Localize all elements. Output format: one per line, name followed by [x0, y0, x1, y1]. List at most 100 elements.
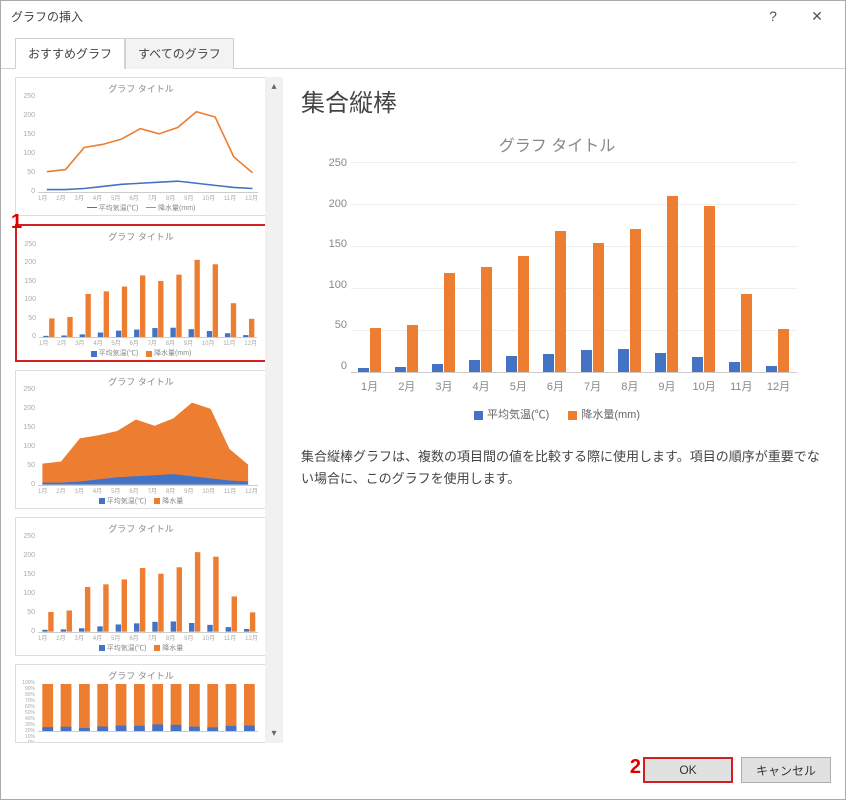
thumb-legend: 平均気温(℃) 降水量: [22, 496, 260, 506]
tabs: おすすめグラフ すべてのグラフ: [1, 31, 845, 69]
bar-rain: [593, 243, 604, 372]
bar-group: [574, 162, 611, 372]
chart-description: 集合縦棒グラフは、複数の項目間の値を比較する際に使用します。項目の順序が重要でな…: [301, 446, 823, 490]
bar-rain: [704, 206, 715, 372]
thumb-title: グラフ タイトル: [23, 230, 259, 243]
bar-temp: [655, 353, 666, 372]
x-label: 7月: [574, 378, 611, 394]
bar-temp: [729, 362, 740, 372]
thumb-yticks: 250200150100500: [19, 386, 35, 488]
cancel-button[interactable]: キャンセル: [741, 757, 831, 783]
thumb-xticks: 1月2月3月4月5月6月7月8月9月10月11月12月: [39, 338, 257, 347]
thumb-legend: 平均気温(℃) 降水量(mm): [22, 203, 260, 213]
bar-rain: [667, 196, 678, 372]
scroll-down-icon[interactable]: ▾: [271, 724, 276, 743]
x-label: 11月: [723, 378, 760, 394]
y-axis-labels: 250 200 150 100 50 0: [307, 157, 347, 372]
bar-group: [723, 162, 760, 372]
scroll-up-icon[interactable]: ▴: [271, 77, 276, 96]
x-label: 8月: [611, 378, 648, 394]
bar-temp: [581, 350, 592, 372]
x-label: 5月: [500, 378, 537, 394]
bar-rain: [518, 256, 529, 372]
chart-title: グラフ タイトル: [307, 132, 807, 156]
bar-rain: [481, 267, 492, 372]
callout-1: 1: [11, 211, 22, 234]
bar-group: [351, 162, 388, 372]
chart-thumbnail-area[interactable]: グラフ タイトル 250200150100500 1月2月3月4: [15, 370, 267, 509]
bar-rain: [555, 231, 566, 372]
chart-thumbnail-bar-2[interactable]: グラフ タイトル 250200150100500 1月2月3月4月5月6月7月8…: [15, 517, 267, 656]
bar-group: [500, 162, 537, 372]
bar-group: [760, 162, 797, 372]
tab-recommended[interactable]: おすすめグラフ: [15, 38, 125, 69]
dialog-footer: 2 OK キャンセル: [1, 751, 845, 799]
bar-temp: [469, 360, 480, 372]
legend-entry-rain: 降水量(mm): [568, 409, 640, 421]
help-button[interactable]: ?: [751, 3, 795, 29]
sidebar-scrollbar[interactable]: ▴ ▾: [265, 77, 283, 743]
bar-temp: [618, 349, 629, 372]
thumb-xticks: 1月2月3月4月5月6月7月8月9月10月11月12月: [38, 633, 258, 642]
bar-temp: [766, 366, 777, 372]
chart-thumbnail-stacked[interactable]: グラフ タイトル 100%90%80%70%60%50%40%30%20%10%…: [15, 664, 267, 743]
thumb-yticks: 100%90%80%70%60%50%40%30%20%10%0%: [19, 680, 35, 734]
legend-swatch-orange: [568, 411, 577, 420]
chart-preview: グラフ タイトル 250 200 150 100 50 0: [307, 132, 807, 422]
bar-temp: [692, 357, 703, 372]
close-button[interactable]: ✕: [795, 3, 839, 29]
legend-swatch-blue: [474, 411, 483, 420]
thumb-yticks: 250200150100500: [19, 533, 35, 635]
thumb-yticks: 250200150100500: [19, 93, 35, 195]
x-label: 10月: [686, 378, 723, 394]
bar-temp: [543, 354, 554, 372]
plot-area: [351, 162, 797, 372]
x-label: 9月: [648, 378, 685, 394]
legend-entry-temp: 平均気温(℃): [474, 409, 552, 421]
content-area: 1 グラフ タイトル 250200150100500: [1, 69, 845, 751]
thumb-xticks: 1月2月3月4月5月6月7月8月9月10月11月12月: [38, 486, 258, 495]
bar-group: [611, 162, 648, 372]
thumb-title: グラフ タイトル: [22, 669, 260, 682]
x-label: 2月: [388, 378, 425, 394]
bar-group: [648, 162, 685, 372]
bar-rain: [444, 273, 455, 372]
dialog-title: グラフの挿入: [11, 8, 751, 25]
ok-button[interactable]: OK: [643, 757, 733, 783]
thumbnail-list: グラフ タイトル 250200150100500 1月2月3月4: [15, 77, 275, 743]
thumb-title: グラフ タイトル: [22, 522, 260, 535]
bar-rain: [407, 325, 418, 372]
chart-preview-panel: 集合縦棒 グラフ タイトル 250 200 150 100 50 0: [279, 77, 831, 743]
titlebar: グラフの挿入 ? ✕: [1, 1, 845, 31]
callout-2: 2: [630, 756, 641, 779]
chart-thumbnails-sidebar: 1 グラフ タイトル 250200150100500: [15, 77, 275, 743]
bar-rain: [630, 229, 641, 372]
chart-thumbnail-clustered-bar[interactable]: グラフ タイトル 250200150100500 1月2月3月4月5月6月7月8…: [15, 224, 267, 363]
thumb-yticks: 250200150100500: [20, 241, 36, 341]
bar-rain: [370, 328, 381, 372]
x-label: 3月: [425, 378, 462, 394]
thumb-title: グラフ タイトル: [22, 375, 260, 388]
thumb-xticks: 1月2月3月4月5月6月7月8月9月10月11月12月: [38, 193, 258, 202]
x-axis-labels: 1月2月3月4月5月6月7月8月9月10月11月12月: [351, 378, 797, 394]
bar-temp: [395, 367, 406, 372]
thumb-title: グラフ タイトル: [22, 82, 260, 95]
x-label: 4月: [463, 378, 500, 394]
x-label: 1月: [351, 378, 388, 394]
bar-temp: [432, 364, 443, 372]
bar-rain: [741, 294, 752, 372]
bar-group: [425, 162, 462, 372]
x-label: 6月: [537, 378, 574, 394]
thumb-legend: 平均気温(℃) 降水量(mm): [23, 348, 259, 358]
tab-all[interactable]: すべてのグラフ: [125, 38, 234, 69]
thumb-legend: 平均気温(℃) 降水量: [22, 643, 260, 653]
chart-thumbnail-line[interactable]: グラフ タイトル 250200150100500 1月2月3月4: [15, 77, 267, 216]
bar-group: [388, 162, 425, 372]
bar-rain: [778, 329, 789, 372]
chart-type-title: 集合縦棒: [301, 83, 823, 118]
x-label: 12月: [760, 378, 797, 394]
bar-temp: [358, 368, 369, 372]
insert-chart-dialog: グラフの挿入 ? ✕ おすすめグラフ すべてのグラフ 1 グラフ タイトル 25…: [0, 0, 846, 800]
bar-temp: [506, 356, 517, 372]
chart-legend: 平均気温(℃) 降水量(mm): [307, 406, 807, 422]
